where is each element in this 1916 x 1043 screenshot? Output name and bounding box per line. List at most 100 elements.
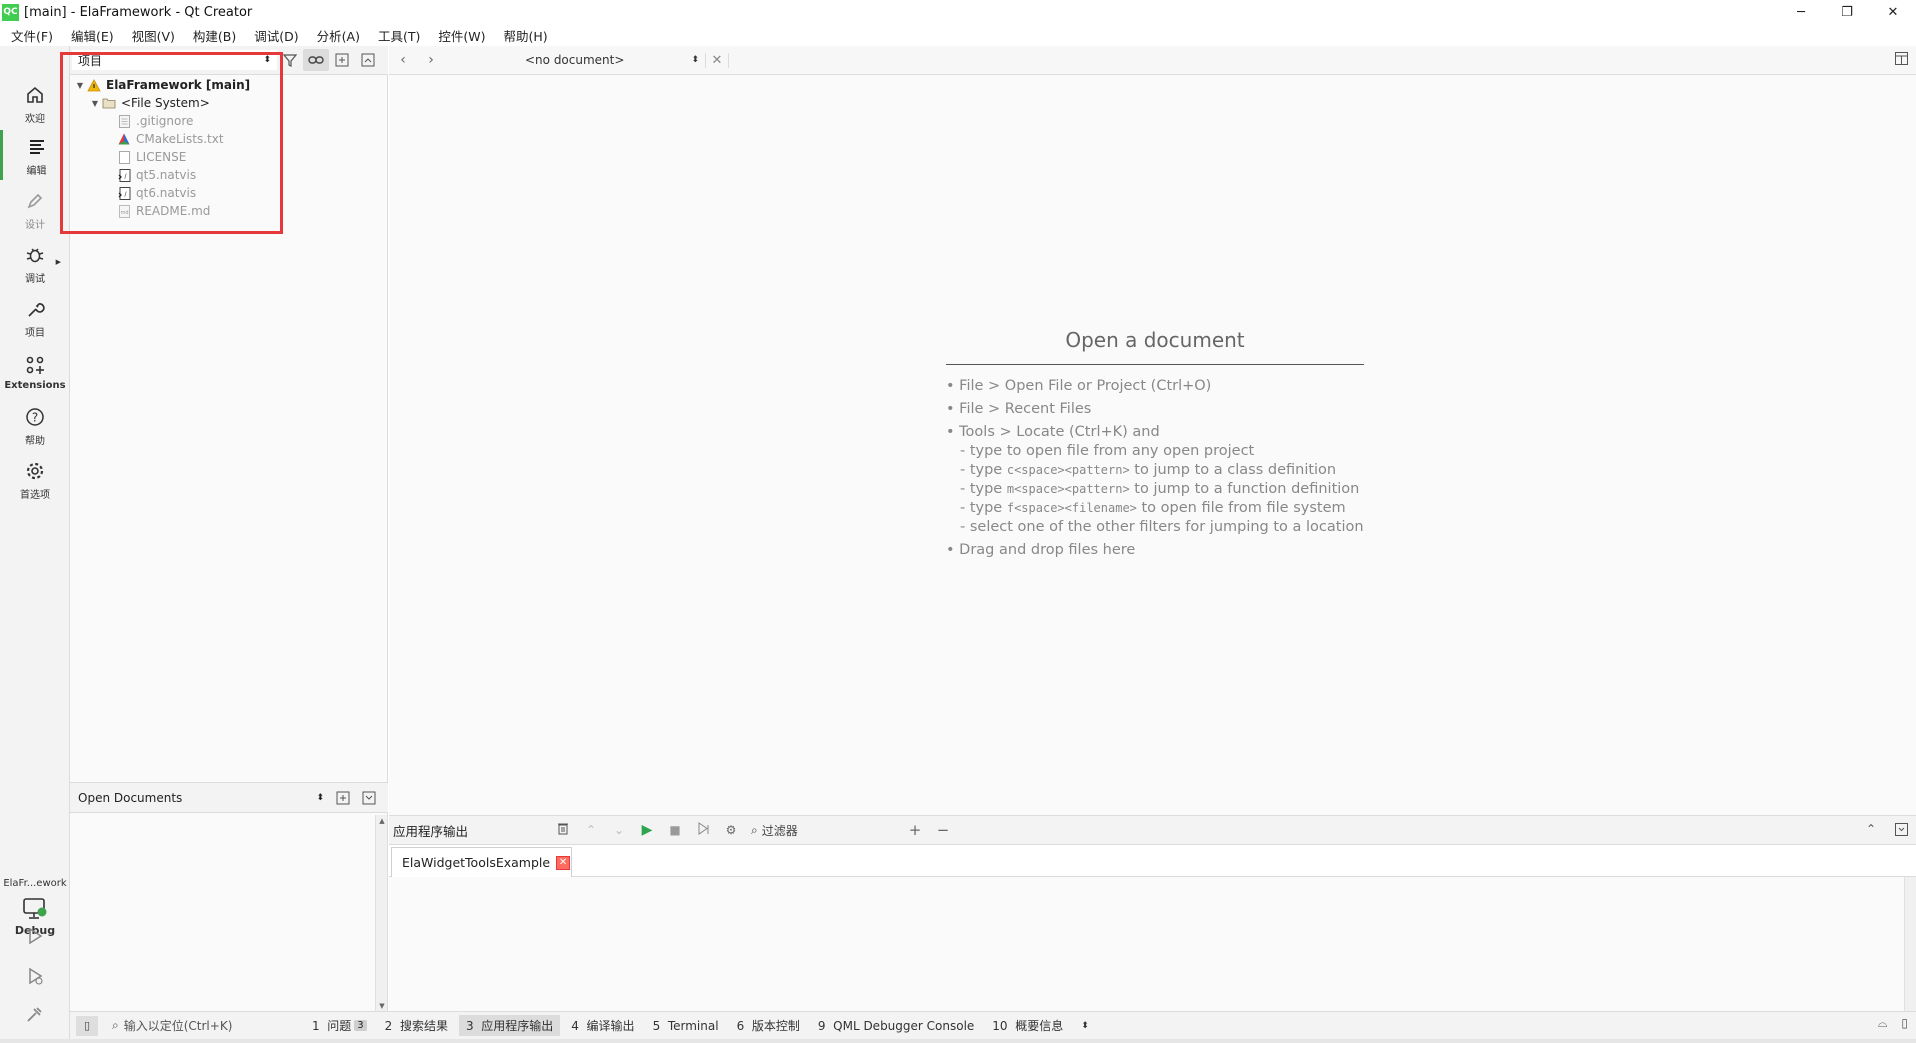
- sync-link-icon[interactable]: [303, 49, 329, 71]
- hint-locate-sub: - type to open file from any open projec…: [960, 443, 1255, 459]
- menu-tools[interactable]: 工具(T): [367, 26, 427, 45]
- output-filter-field[interactable]: ⌕ 过滤器: [751, 822, 901, 839]
- mode-label: 首选项: [20, 489, 50, 501]
- natvis-icon: /: [116, 168, 132, 182]
- output-toolbar: 应用程序输出 ⌃ ⌄ ▶ ■ ⚙ ⌕ 过滤器 + − ⌃: [389, 815, 1916, 845]
- window-controls: ─ ❐ ✕: [1778, 0, 1916, 24]
- tree-item-file[interactable]: md README.md: [70, 202, 388, 220]
- attach-debugger-icon[interactable]: [689, 822, 717, 838]
- tree-item-file[interactable]: / qt6.natvis: [70, 184, 388, 202]
- minimize-button[interactable]: ─: [1778, 0, 1824, 24]
- split-add-icon[interactable]: [329, 49, 355, 71]
- split-add-icon[interactable]: [330, 787, 356, 809]
- file-icon: [116, 114, 132, 128]
- play-icon: [29, 927, 43, 945]
- close-document-icon[interactable]: ✕: [705, 52, 729, 68]
- tree-item-file[interactable]: / qt5.natvis: [70, 166, 388, 184]
- close-tab-icon[interactable]: ✕: [556, 855, 571, 870]
- locator-input[interactable]: ⌕ 输入以定位(Ctrl+K): [106, 1015, 301, 1037]
- open-documents-combo[interactable]: Open Documents ⬍: [72, 788, 330, 808]
- window-title: [main] - ElaFramework - Qt Creator: [24, 4, 253, 20]
- back-arrow-icon[interactable]: ‹: [389, 52, 417, 68]
- zoom-out-icon[interactable]: −: [929, 821, 957, 839]
- menu-widgets[interactable]: 控件(W): [427, 26, 492, 45]
- mode-label: 设计: [25, 219, 45, 231]
- toggle-sidebar-icon[interactable]: ▯: [76, 1015, 98, 1036]
- open-documents-combo-label: Open Documents: [78, 790, 183, 805]
- document-combo[interactable]: <no document> ⬍: [485, 49, 705, 71]
- maximize-output-icon[interactable]: ⌃: [1866, 822, 1876, 836]
- trash-icon[interactable]: [549, 822, 577, 838]
- collapse-panel-icon[interactable]: [356, 787, 382, 809]
- collapse-panel-icon[interactable]: [355, 49, 381, 71]
- status-tab-search-results[interactable]: 2 搜索结果: [378, 1015, 455, 1036]
- close-output-icon[interactable]: [1895, 823, 1908, 840]
- run-button[interactable]: [20, 921, 50, 951]
- mode-extensions[interactable]: Extensions: [0, 346, 70, 396]
- open-documents-scrollbar[interactable]: ▲ ▼: [375, 815, 387, 1012]
- more-tabs-icon[interactable]: ⬍: [1074, 1019, 1096, 1033]
- menu-edit[interactable]: 编辑(E): [60, 26, 121, 45]
- svg-text:?: ?: [32, 410, 38, 424]
- menu-file[interactable]: 文件(F): [0, 26, 60, 45]
- output-tab-example[interactable]: ElaWidgetToolsExample ✕: [391, 847, 572, 877]
- mode-projects[interactable]: 项目: [0, 292, 70, 342]
- mode-bar: 欢迎 编辑 设计 调试 ▶ 项目 Extensions ? 帮助 首选项 Ela…: [0, 46, 70, 1043]
- tree-item-label: CMakeLists.txt: [136, 132, 224, 146]
- rerun-play-icon[interactable]: ▶: [633, 822, 661, 838]
- menu-bar: 文件(F) 编辑(E) 视图(V) 构建(B) 调试(D) 分析(A) 工具(T…: [0, 24, 1916, 46]
- prev-item-icon[interactable]: ⌃: [577, 823, 605, 837]
- build-button[interactable]: [20, 999, 50, 1029]
- status-tab-issues[interactable]: 1 问题 3: [305, 1015, 374, 1036]
- tree-item-file[interactable]: .gitignore: [70, 112, 388, 130]
- zoom-in-icon[interactable]: +: [901, 821, 929, 839]
- scroll-up-icon[interactable]: ▲: [376, 817, 388, 825]
- forward-arrow-icon[interactable]: ›: [417, 52, 445, 68]
- filter-icon[interactable]: [277, 49, 303, 71]
- status-tab-version-control[interactable]: 6 版本控制: [730, 1015, 807, 1036]
- mode-edit[interactable]: 编辑: [0, 130, 70, 180]
- status-tab-qml-console[interactable]: 9 QML Debugger Console: [811, 1017, 981, 1035]
- wrench-icon: [22, 296, 48, 322]
- progress-icon[interactable]: ⌓: [1878, 1016, 1888, 1031]
- tree-item-file-system[interactable]: ▼ <File System>: [70, 94, 388, 112]
- status-tab-general-messages[interactable]: 10 概要信息: [985, 1015, 1070, 1036]
- mode-welcome[interactable]: 欢迎: [0, 78, 70, 128]
- hint-locate: • Tools > Locate (Ctrl+K) and: [946, 424, 1160, 440]
- toggle-right-sidebar-icon[interactable]: ▯: [1901, 1016, 1908, 1031]
- tree-item-label: qt6.natvis: [136, 186, 197, 200]
- output-scrollbar[interactable]: [1904, 877, 1916, 1011]
- mode-design[interactable]: 设计: [0, 184, 70, 234]
- output-content[interactable]: [389, 877, 1916, 1011]
- hint-locate-sub: - type m<space><pattern> to jump to a fu…: [960, 481, 1360, 497]
- debug-run-button[interactable]: [20, 961, 50, 991]
- menu-analyze[interactable]: 分析(A): [306, 26, 367, 45]
- search-icon: ⌕: [751, 822, 758, 837]
- next-item-icon[interactable]: ⌄: [605, 823, 633, 837]
- file-icon: [116, 150, 132, 164]
- mode-help[interactable]: ? 帮助: [0, 400, 70, 450]
- mode-debug[interactable]: 调试 ▶: [0, 238, 70, 288]
- menu-view[interactable]: 视图(V): [121, 26, 182, 45]
- mode-preferences[interactable]: 首选项: [0, 454, 70, 504]
- expand-arrow-icon[interactable]: ▼: [89, 99, 101, 108]
- expand-arrow-icon[interactable]: ▼: [74, 81, 86, 90]
- project-view-combo[interactable]: 项目 ⬍: [72, 50, 277, 70]
- tree-item-file[interactable]: CMakeLists.txt: [70, 130, 388, 148]
- status-tab-compile-output[interactable]: 4 编译输出: [564, 1015, 641, 1036]
- menu-help[interactable]: 帮助(H): [492, 26, 554, 45]
- stop-icon[interactable]: ■: [661, 823, 689, 837]
- restore-button[interactable]: ❐: [1824, 0, 1870, 24]
- status-tab-terminal[interactable]: 5 Terminal: [646, 1017, 726, 1035]
- menu-build[interactable]: 构建(B): [182, 26, 243, 45]
- split-editor-icon[interactable]: [1895, 52, 1908, 68]
- tree-item-file[interactable]: LICENSE: [70, 148, 388, 166]
- close-window-button[interactable]: ✕: [1870, 0, 1916, 24]
- project-panel-toolbar: 项目 ⬍: [70, 46, 388, 75]
- output-pane-title: 应用程序输出: [393, 823, 469, 839]
- tree-item-project-root[interactable]: ▼ ElaFramework [main]: [70, 76, 388, 94]
- settings-gear-icon[interactable]: ⚙: [717, 823, 745, 837]
- status-tab-app-output[interactable]: 3 应用程序输出: [458, 1015, 561, 1036]
- menu-debug[interactable]: 调试(D): [243, 26, 305, 45]
- scroll-down-icon[interactable]: ▼: [376, 1002, 388, 1010]
